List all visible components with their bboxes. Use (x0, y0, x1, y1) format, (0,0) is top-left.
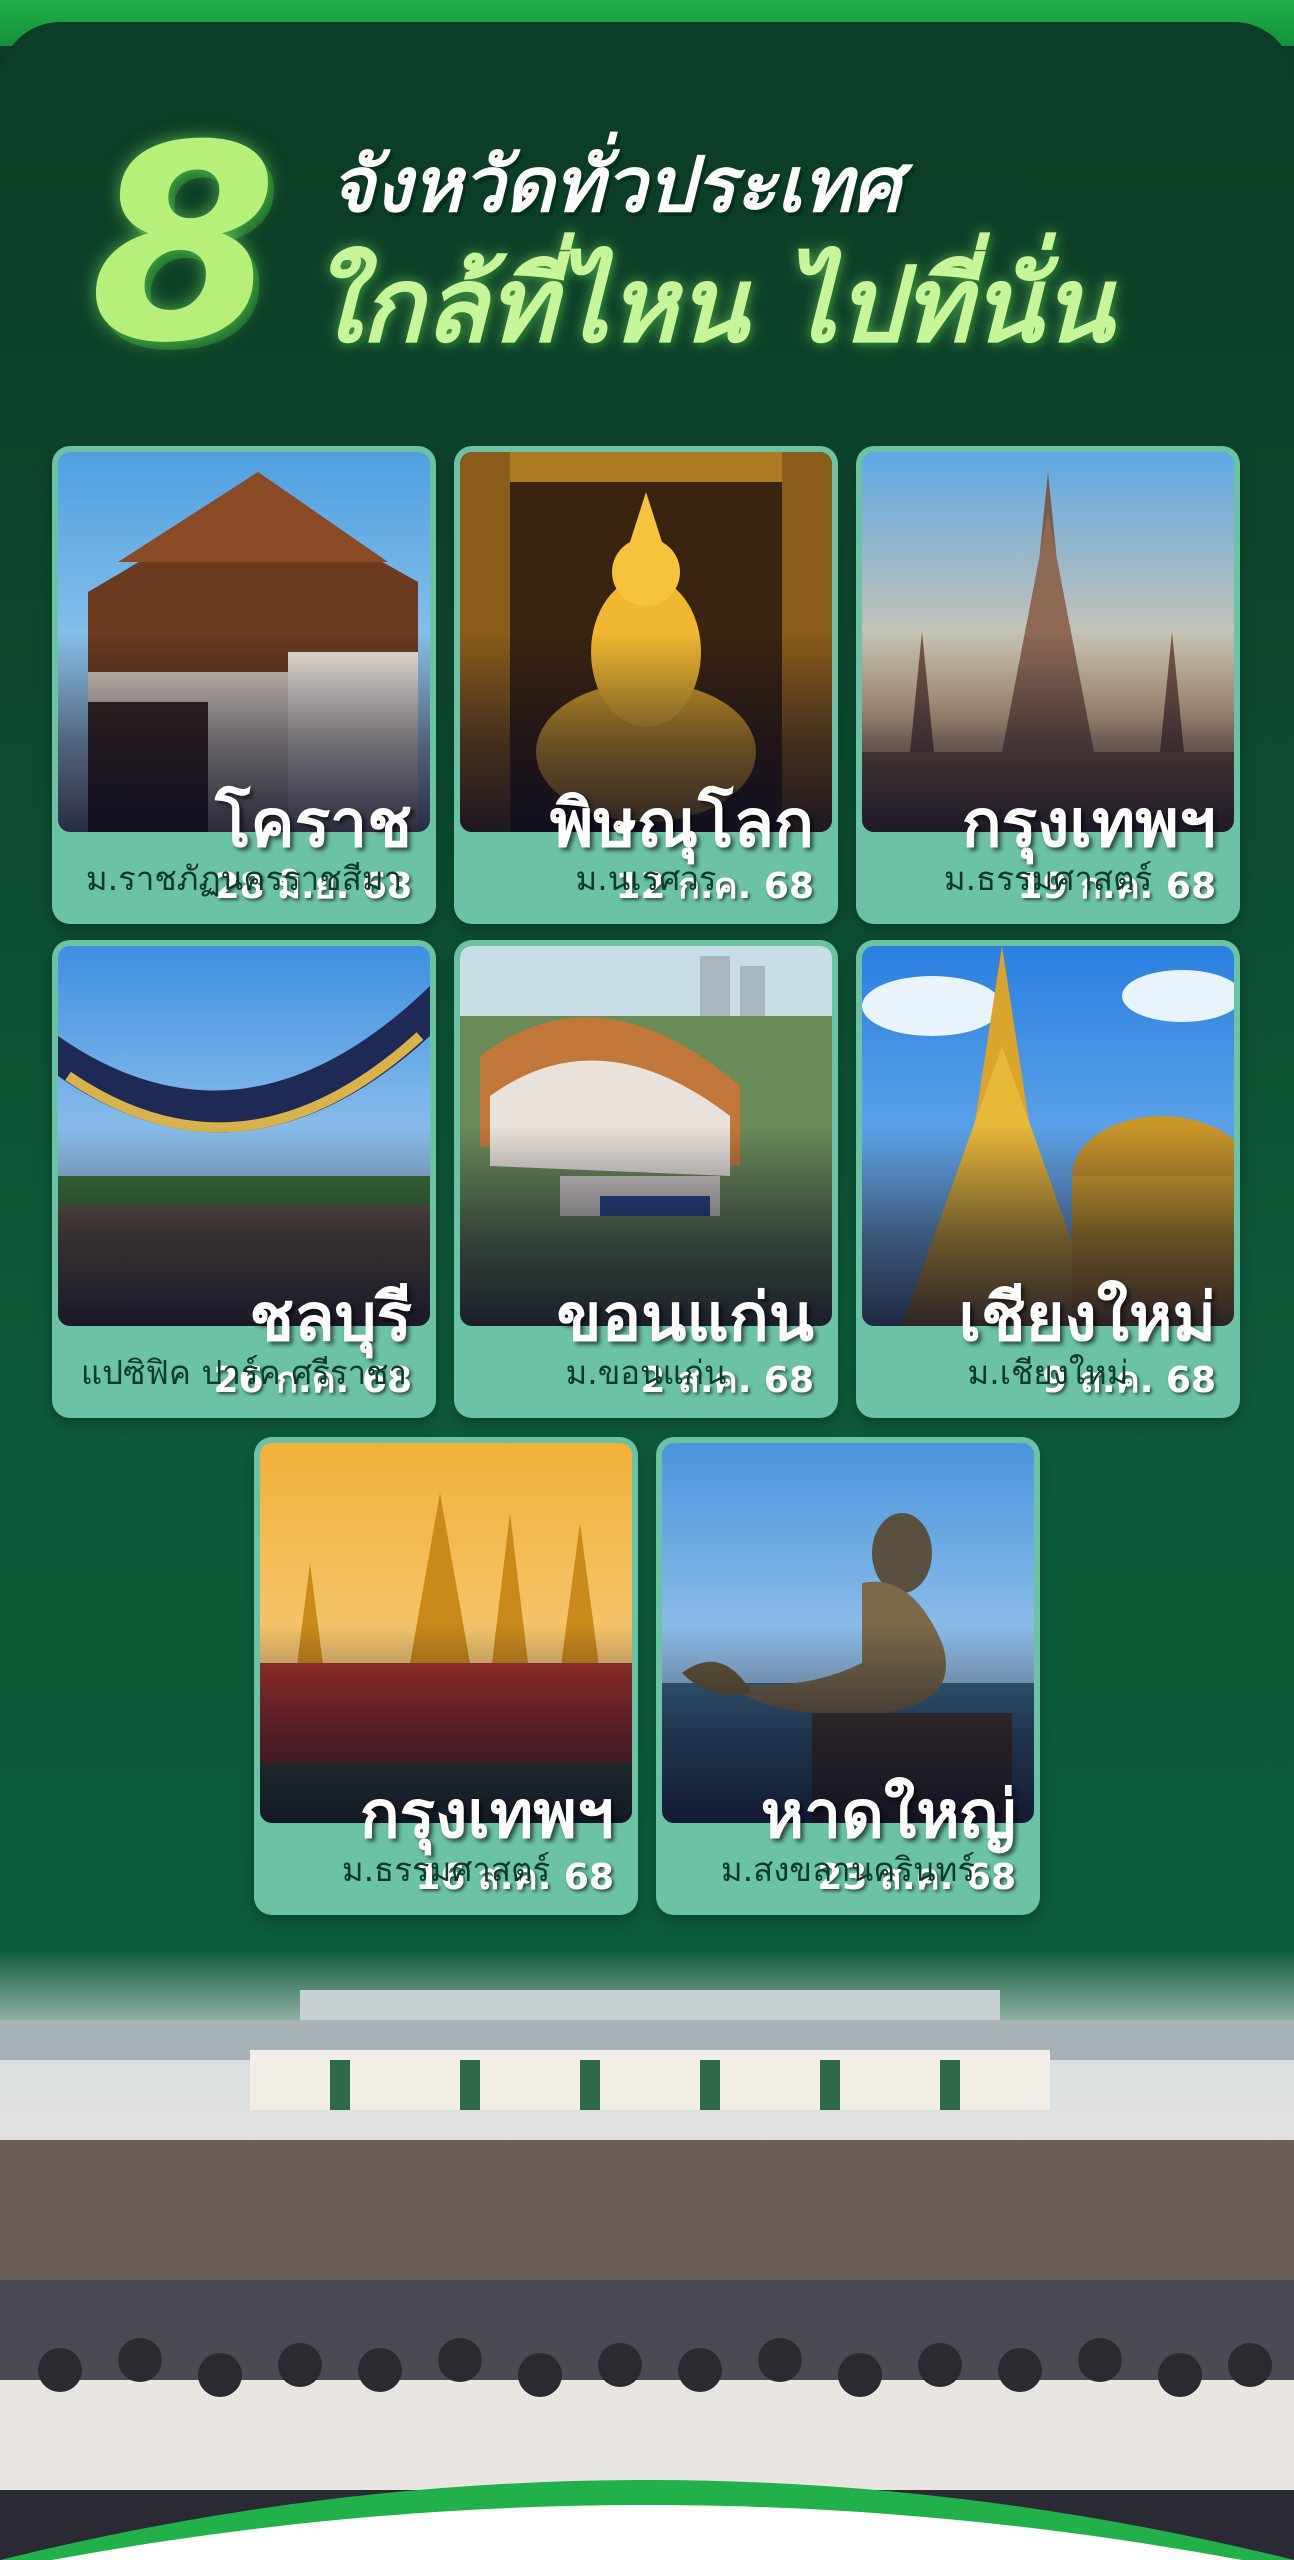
mermaid-statue-photo (662, 1443, 1034, 1823)
venue-label: ม.ขอนแก่น (565, 1352, 727, 1392)
headline: 8 จังหวัดทั่วประเทศ ใกล้ที่ไหน ไปที่นั่น (0, 110, 1294, 400)
venue-label: แปซิฟิค ปาร์ค ศรีราชา (80, 1352, 408, 1392)
venue-label: ม.สงขลานครินทร์ (720, 1849, 976, 1889)
event-card-korat[interactable]: โคราช 28 มิ.ย. 68 ม.ราชภัฏนครราชสีมา (52, 446, 436, 924)
event-card-chonburi[interactable]: ชลบุรี 26 ก.ค. 68 แปซิฟิค ปาร์ค ศรีราชา (52, 940, 436, 1418)
headline-line-1: จังหวัดทั่วประเทศ (330, 140, 901, 229)
bangsaen-photo (58, 946, 430, 1326)
event-card-hatyai[interactable]: หาดใหญ่ 23 ส.ค. 68 ม.สงขลานครินทร์ (656, 1437, 1040, 1915)
buddha-photo (460, 452, 832, 832)
event-card-bangkok-1[interactable]: กรุงเทพฯ 19 ก.ค. 68 ม.ธรรมศาสตร์ (856, 446, 1240, 924)
golden-pagoda-photo (862, 946, 1234, 1326)
venue-label: ม.นเรศวร (575, 858, 717, 898)
auditorium-photo (460, 946, 832, 1326)
event-card-khonkaen[interactable]: ขอนแก่น 2 ส.ค. 68 ม.ขอนแก่น (454, 940, 838, 1418)
event-card-bangkok-2[interactable]: กรุงเทพฯ 16 ส.ค. 68 ม.ธรรมศาสตร์ (254, 1437, 638, 1915)
bottom-curve (0, 2480, 1294, 2560)
venue-label: ม.ราชภัฏนครราชสีมา (85, 858, 403, 898)
event-card-chiangmai[interactable]: เชียงใหม่ 9 ส.ค. 68 ม.เชียงใหม่ (856, 940, 1240, 1418)
venue-label: ม.เชียงใหม่ (967, 1352, 1129, 1392)
headline-line-2: ใกล้ที่ไหน ไปที่นั่น (310, 244, 1114, 366)
venue-label: ม.ธรรมศาสตร์ (943, 858, 1153, 898)
grand-palace-photo (260, 1443, 632, 1823)
temple-photo (58, 452, 430, 832)
poster: 8 จังหวัดทั่วประเทศ ใกล้ที่ไหน ไปที่นั่น… (0, 0, 1294, 2560)
event-card-phitsanulok[interactable]: พิษณุโลก 12 ก.ค. 68 ม.นเรศวร (454, 446, 838, 924)
headline-number: 8 (90, 87, 278, 402)
wat-arun-photo (862, 452, 1234, 832)
venue-label: ม.ธรรมศาสตร์ (341, 1849, 551, 1889)
